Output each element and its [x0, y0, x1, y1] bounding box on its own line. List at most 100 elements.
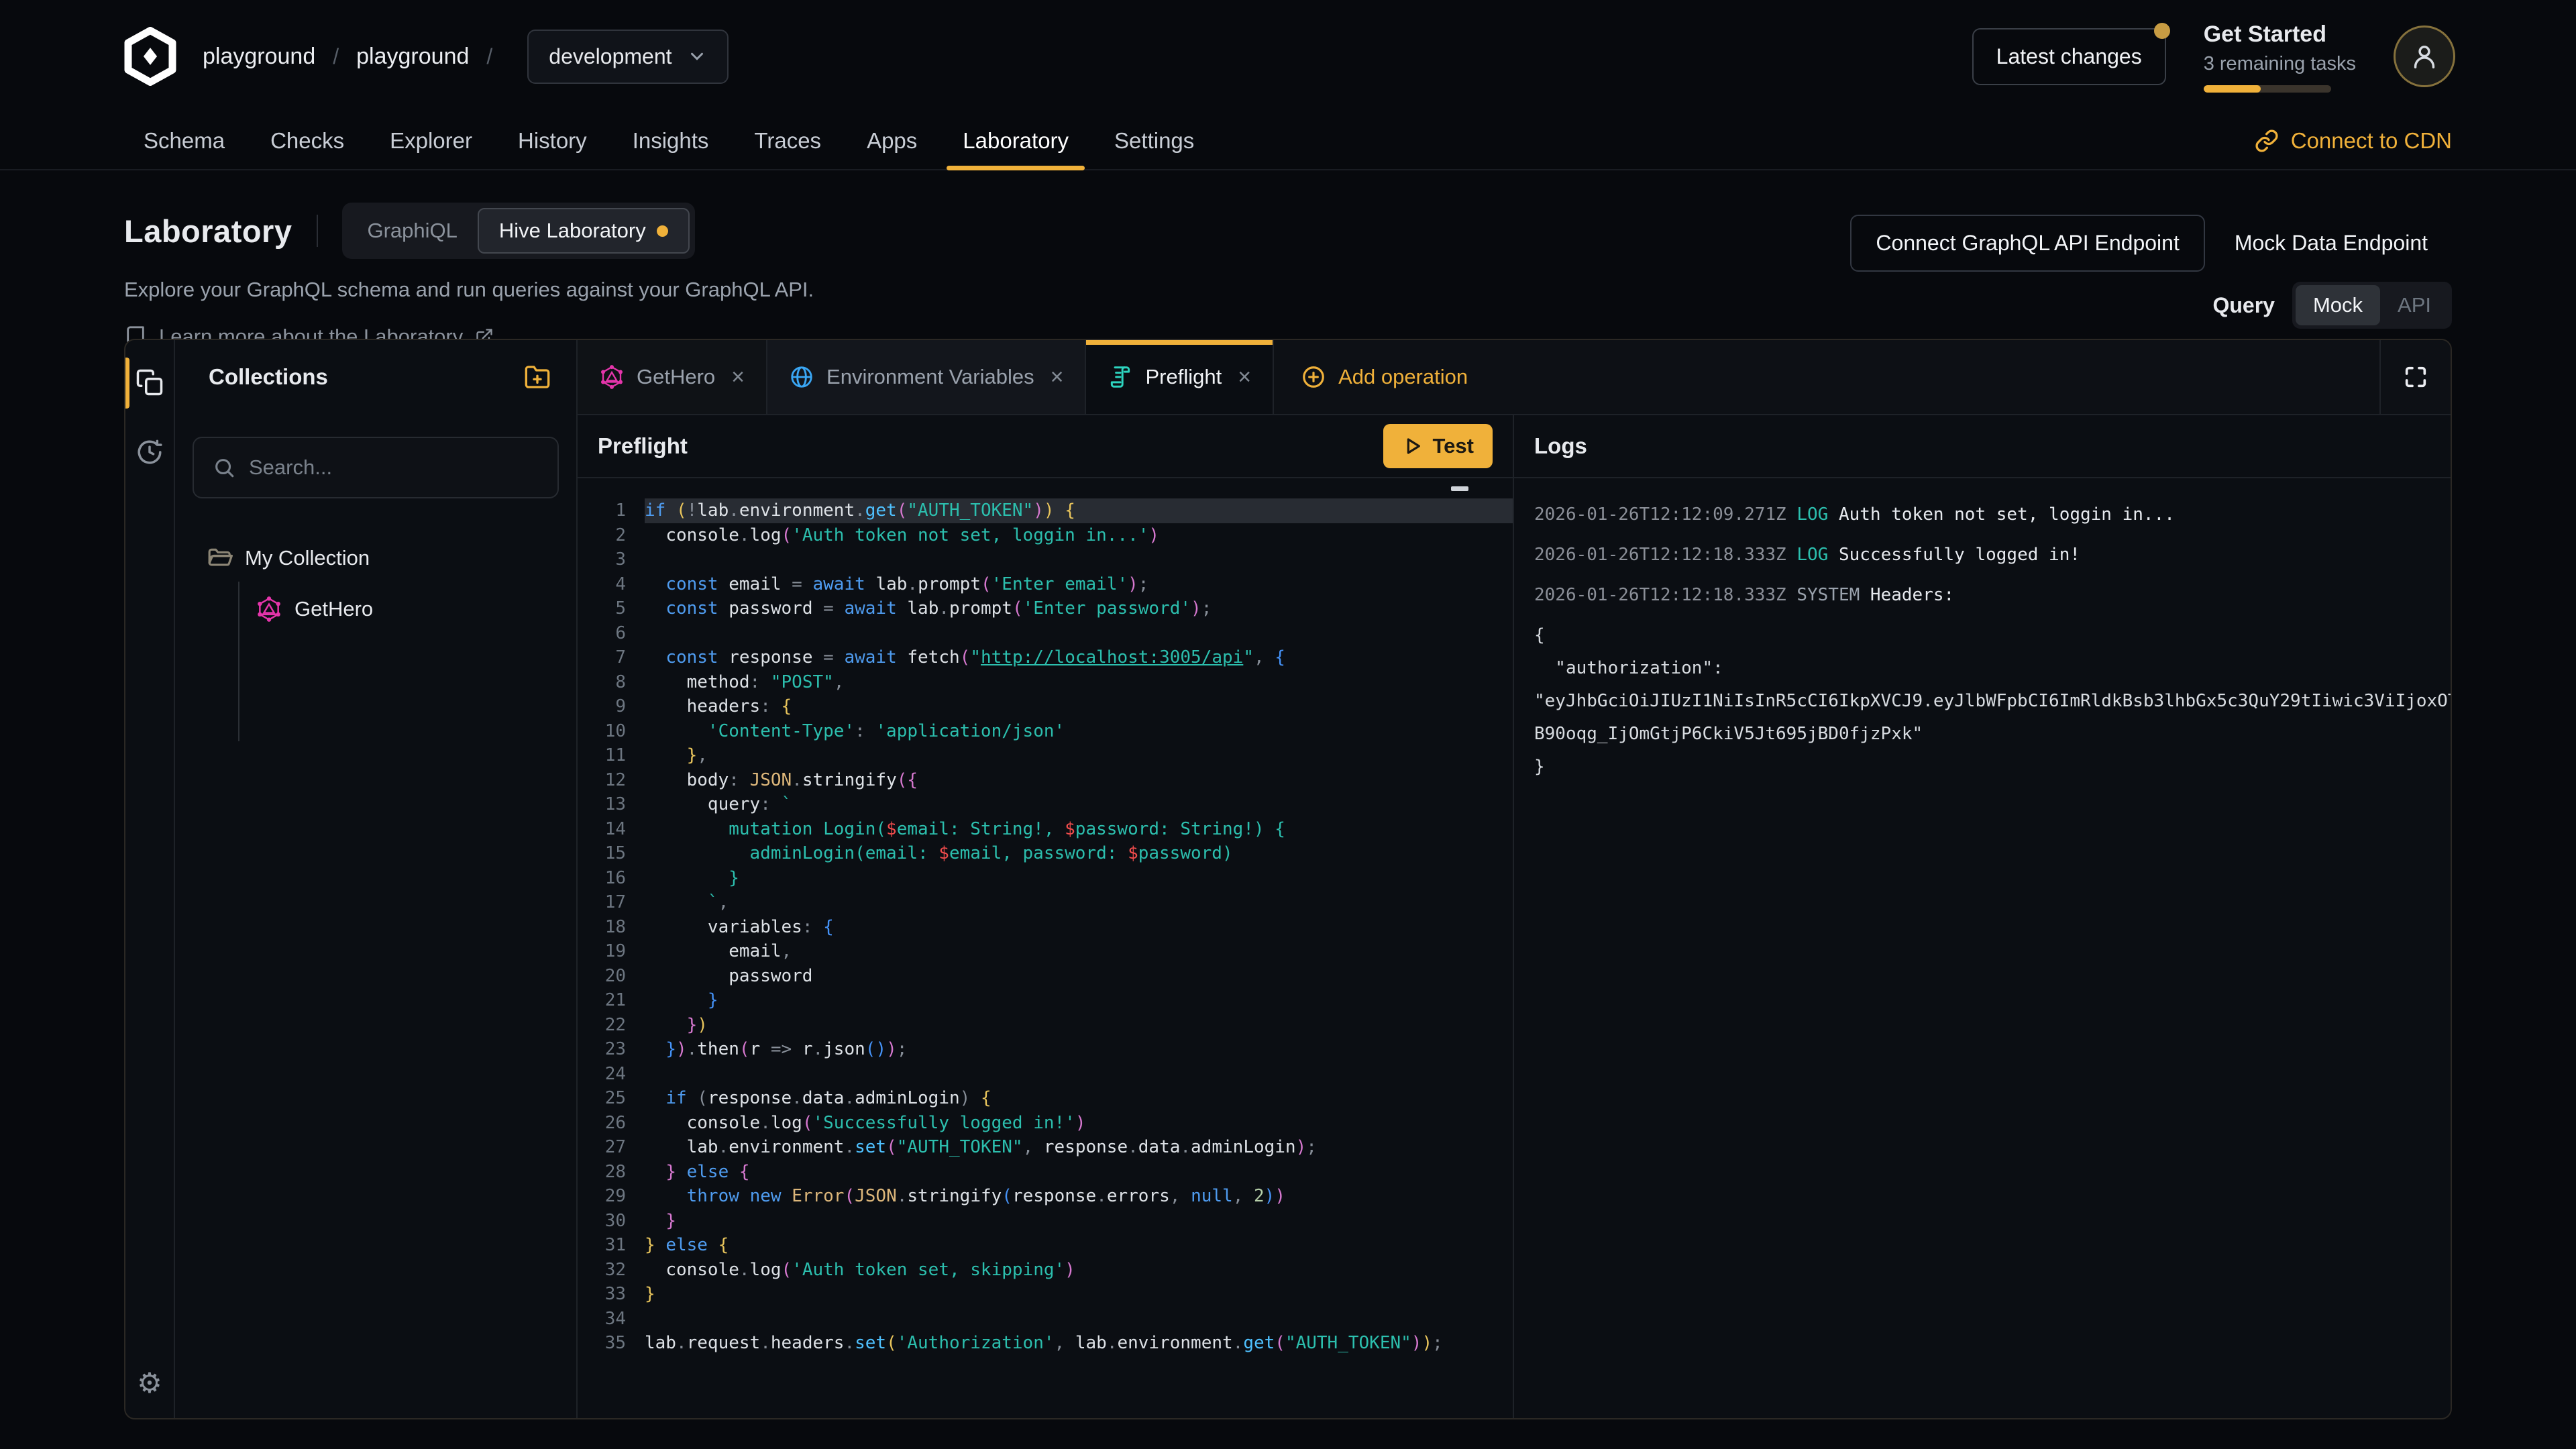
collections-stack-icon[interactable] — [136, 368, 164, 396]
code-line: variables: { — [645, 915, 1513, 940]
line-number: 7 — [578, 645, 626, 670]
line-number: 6 — [578, 621, 626, 646]
close-icon[interactable]: × — [731, 364, 745, 390]
line-number: 30 — [578, 1209, 626, 1234]
log-entry: 2026-01-26T12:12:09.271Z LOG Auth token … — [1534, 498, 2451, 531]
main-nav: SchemaChecksExplorerHistoryInsightsTrace… — [0, 113, 2576, 170]
code-line: const email = await lab.prompt('Enter em… — [645, 572, 1513, 597]
tab-label: Preflight — [1145, 365, 1222, 389]
tab-label: GetHero — [637, 365, 715, 389]
nav-tab-schema[interactable]: Schema — [121, 113, 248, 169]
graphql-icon — [599, 364, 625, 390]
code-line: lab.environment.set("AUTH_TOKEN", respon… — [645, 1135, 1513, 1160]
line-number: 32 — [578, 1258, 626, 1283]
code-line: lab.request.headers.set('Authorization',… — [645, 1331, 1513, 1356]
line-number: 21 — [578, 988, 626, 1013]
code-line: const password = await lab.prompt('Enter… — [645, 596, 1513, 621]
log-message: Successfully logged in! — [1839, 545, 2080, 565]
nav-tab-explorer[interactable]: Explorer — [367, 113, 495, 169]
line-number: 27 — [578, 1135, 626, 1160]
editor-title: Preflight — [598, 433, 1383, 459]
code-line: } else { — [645, 1160, 1513, 1185]
line-number: 23 — [578, 1037, 626, 1062]
nav-tab-traces[interactable]: Traces — [731, 113, 844, 169]
code-line: if (response.data.adminLogin) { — [645, 1086, 1513, 1111]
line-number: 12 — [578, 768, 626, 793]
log-timestamp: 2026-01-26T12:12:18.333Z — [1534, 545, 1796, 565]
nav-tab-history[interactable]: History — [495, 113, 610, 169]
breadcrumb-project[interactable]: playground — [356, 44, 469, 70]
test-button[interactable]: Test — [1383, 424, 1493, 468]
nav-tab-laboratory[interactable]: Laboratory — [940, 113, 1091, 169]
code-line: throw new Error(JSON.stringify(response.… — [645, 1184, 1513, 1209]
connect-graphql-api-endpoint-button[interactable]: Connect GraphQL API Endpoint — [1850, 215, 2204, 272]
nav-tab-checks[interactable]: Checks — [248, 113, 367, 169]
line-number: 25 — [578, 1086, 626, 1111]
toggle-hive-laboratory[interactable]: Hive Laboratory — [478, 208, 690, 254]
code-line: `, — [645, 890, 1513, 915]
page-title: Laboratory — [124, 213, 292, 250]
notification-dot — [2154, 23, 2170, 39]
nav-tab-apps[interactable]: Apps — [844, 113, 940, 169]
query-mode-api[interactable]: API — [2380, 285, 2449, 325]
operation-row-gethero[interactable]: GetHero — [175, 590, 576, 629]
code-line: } — [645, 1282, 1513, 1307]
preflight-editor: Preflight Test 1234567891011121314151617… — [578, 415, 1513, 1418]
collection-folder-row[interactable]: My Collection — [175, 539, 576, 578]
tab-label: Environment Variables — [826, 365, 1034, 389]
tab-preflight[interactable]: Preflight × — [1086, 340, 1274, 414]
code-line: password — [645, 964, 1513, 989]
code-line: 'Content-Type': 'application/json' — [645, 719, 1513, 744]
line-number: 2 — [578, 523, 626, 548]
line-number: 5 — [578, 596, 626, 621]
history-icon[interactable] — [136, 438, 164, 466]
close-icon[interactable]: × — [1238, 364, 1251, 390]
connect-to-cdn-button[interactable]: Connect to CDN — [2255, 113, 2452, 169]
target-selector[interactable]: development — [527, 30, 728, 84]
toggle-graphiql[interactable]: GraphiQL — [347, 209, 478, 252]
log-timestamp: 2026-01-26T12:12:09.271Z — [1534, 504, 1796, 525]
code-line: console.log('Auth token set, skipping') — [645, 1258, 1513, 1283]
globe-icon — [789, 364, 814, 390]
code-editor[interactable]: 1234567891011121314151617181920212223242… — [578, 478, 1513, 1418]
overview-ruler-cursor-mark — [1451, 486, 1468, 491]
log-entry: 2026-01-26T12:12:18.333Z LOG Successfull… — [1534, 539, 2451, 572]
close-icon[interactable]: × — [1051, 364, 1064, 390]
nav-tab-settings[interactable]: Settings — [1091, 113, 1217, 169]
new-collection-folder-plus-icon[interactable] — [524, 364, 551, 390]
nav-tab-insights[interactable]: Insights — [610, 113, 732, 169]
code-line: }).then(r => r.json()); — [645, 1037, 1513, 1062]
line-number: 22 — [578, 1013, 626, 1038]
ui-toggle-group: GraphiQL Hive Laboratory — [342, 203, 695, 259]
mock-data-endpoint-button[interactable]: Mock Data Endpoint — [2210, 216, 2452, 270]
code-line — [645, 621, 1513, 646]
log-level: LOG — [1796, 545, 1839, 565]
tab-environment-variables[interactable]: Environment Variables × — [767, 340, 1086, 414]
get-started-widget[interactable]: Get Started 3 remaining tasks — [2204, 20, 2356, 93]
code-line — [645, 1062, 1513, 1087]
query-mode-mock[interactable]: Mock — [2296, 285, 2380, 325]
tab-gethero[interactable]: GetHero × — [578, 340, 767, 414]
log-message: Headers: — [1870, 585, 1954, 605]
line-number: 20 — [578, 964, 626, 989]
hive-logo-icon[interactable] — [121, 27, 180, 86]
line-number: 24 — [578, 1062, 626, 1087]
code-line: } else { — [645, 1233, 1513, 1258]
line-number: 35 — [578, 1331, 626, 1356]
add-operation-button[interactable]: Add operation — [1274, 340, 1495, 414]
query-mode-toggle: Mock API — [2292, 282, 2452, 329]
latest-changes-button[interactable]: Latest changes — [1972, 28, 2166, 85]
user-avatar[interactable] — [2394, 25, 2455, 87]
breadcrumb-org[interactable]: playground — [203, 44, 315, 70]
logs-title: Logs — [1514, 415, 2451, 478]
line-number: 14 — [578, 817, 626, 842]
log-entry: 2026-01-26T12:12:18.333Z SYSTEM Headers: — [1534, 579, 2451, 612]
line-number: 19 — [578, 939, 626, 964]
log-timestamp: 2026-01-26T12:12:18.333Z — [1534, 585, 1796, 605]
fullscreen-button[interactable] — [2379, 340, 2451, 414]
gear-icon[interactable]: ⚙ — [137, 1366, 162, 1399]
line-number: 17 — [578, 890, 626, 915]
query-mode-label: Query — [2212, 293, 2274, 318]
log-level: SYSTEM — [1796, 585, 1870, 605]
collections-search-input[interactable]: Search... — [193, 437, 559, 498]
